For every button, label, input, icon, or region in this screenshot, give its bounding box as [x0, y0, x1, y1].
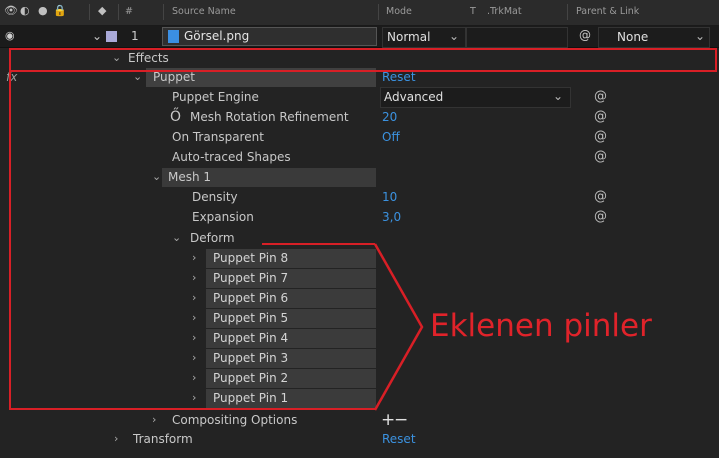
layer-number: 1: [131, 29, 139, 43]
density-row: Density 10 @: [0, 187, 719, 207]
chevron-right-icon[interactable]: ›: [192, 388, 196, 408]
chevron-right-icon[interactable]: ›: [192, 368, 196, 388]
layer-name: Görsel.png: [184, 29, 250, 43]
chevron-right-icon[interactable]: ›: [192, 328, 196, 348]
layer-number-header[interactable]: #: [125, 6, 133, 17]
source-name-header[interactable]: Source Name: [172, 6, 236, 17]
mode-header[interactable]: Mode: [386, 6, 412, 17]
t-header[interactable]: T: [470, 6, 476, 17]
effects-highlight-left-edge: [9, 72, 11, 410]
parent-dropdown[interactable]: None ⌄: [598, 27, 710, 48]
mode-dropdown[interactable]: Normal ⌄: [382, 27, 466, 48]
layer-row[interactable]: ◉ ⌄ 1 Görsel.png Normal ⌄ @ None ⌄: [0, 26, 719, 48]
eye-icon[interactable]: ◉: [5, 29, 15, 42]
puppet-pin-label: Puppet Pin 7: [213, 271, 289, 285]
puppet-engine-label: Puppet Engine: [172, 90, 259, 104]
effects-highlight-box: [9, 48, 717, 72]
puppet-pin-label: Puppet Pin 2: [213, 371, 289, 385]
chevron-right-icon[interactable]: ›: [192, 268, 196, 288]
auto-traced-row: Auto-traced Shapes @: [0, 147, 719, 167]
expansion-value[interactable]: 3,0: [382, 207, 401, 227]
chevron-down-icon: ⌄: [695, 29, 706, 43]
parent-pickwhip-icon[interactable]: @: [579, 28, 591, 42]
chevron-right-icon[interactable]: ›: [192, 308, 196, 328]
chevron-right-icon[interactable]: ›: [192, 348, 196, 368]
stopwatch-icon[interactable]: Ő: [170, 107, 181, 127]
expansion-row: Expansion 3,0 @: [0, 207, 719, 227]
spiral-icon[interactable]: @: [594, 127, 607, 147]
puppet-pin-row[interactable]: › Puppet Pin 2: [0, 368, 719, 388]
density-value[interactable]: 10: [382, 187, 397, 207]
mesh-row[interactable]: ⌄ Mesh 1: [0, 167, 719, 187]
spiral-icon[interactable]: @: [594, 207, 607, 227]
pins-bracket-top: [262, 243, 375, 245]
puppet-engine-row: Puppet Engine Advanced ⌄ @: [0, 87, 719, 108]
puppet-pin-row[interactable]: › Puppet Pin 3: [0, 348, 719, 368]
mesh-rotation-label: Mesh Rotation Refinement: [190, 110, 349, 124]
label-icon[interactable]: ◆: [98, 4, 106, 17]
deform-row[interactable]: ⌄ Deform: [0, 228, 719, 248]
parent-link-header[interactable]: Parent & Link: [576, 6, 639, 17]
column-header: 👁 ◐ ● 🔒 ◆ # Source Name Mode T .TrkMat P…: [0, 0, 719, 26]
mode-value: Normal: [387, 30, 431, 44]
trkmat-field[interactable]: [466, 27, 568, 48]
transform-reset-link[interactable]: Reset: [382, 429, 416, 449]
transform-label: Transform: [133, 432, 193, 446]
chevron-down-icon[interactable]: ⌄: [172, 228, 181, 248]
spiral-icon[interactable]: @: [594, 107, 607, 127]
label-color-swatch[interactable]: [106, 31, 117, 42]
visibility-column-icon[interactable]: 👁: [4, 4, 18, 17]
lock-icon[interactable]: 🔒: [53, 4, 67, 17]
puppet-pin-row[interactable]: › Puppet Pin 6: [0, 288, 719, 308]
mesh-rotation-row: Ő Mesh Rotation Refinement 20 @: [0, 107, 719, 127]
effects-highlight-bottom-edge: [9, 408, 375, 410]
compositing-options-label: Compositing Options: [172, 413, 298, 427]
density-label: Density: [192, 190, 238, 204]
compositing-options-row[interactable]: › Compositing Options + −: [0, 410, 719, 430]
chevron-down-icon: ⌄: [553, 89, 564, 103]
puppet-pin-row[interactable]: › Puppet Pin 1: [0, 388, 719, 408]
puppet-pin-row[interactable]: › Puppet Pin 7: [0, 268, 719, 288]
speaker-icon[interactable]: ◐: [20, 4, 30, 17]
deform-label: Deform: [190, 231, 235, 245]
transform-row[interactable]: › Transform Reset: [0, 429, 719, 449]
on-transparent-label: On Transparent: [172, 130, 264, 144]
puppet-pin-label: Puppet Pin 5: [213, 311, 289, 325]
puppet-pin-label: Puppet Pin 1: [213, 391, 289, 405]
spiral-icon[interactable]: @: [594, 147, 607, 167]
chevron-right-icon[interactable]: ›: [192, 248, 196, 268]
puppet-pin-label: Puppet Pin 4: [213, 331, 289, 345]
pins-annotation-text: Eklenen pinler: [430, 308, 652, 344]
chevron-right-icon[interactable]: ›: [152, 410, 156, 430]
chevron-right-icon[interactable]: ›: [114, 429, 118, 449]
on-transparent-value[interactable]: Off: [382, 127, 400, 147]
puppet-pin-label: Puppet Pin 8: [213, 251, 289, 265]
parent-value: None: [617, 30, 649, 44]
puppet-pin-row[interactable]: › Puppet Pin 8: [0, 248, 719, 268]
trkmat-header[interactable]: .TrkMat: [487, 6, 522, 17]
chevron-down-icon[interactable]: ⌄: [152, 167, 161, 187]
pins-bracket: [373, 243, 424, 411]
chevron-down-icon: ⌄: [449, 29, 460, 43]
puppet-pin-label: Puppet Pin 3: [213, 351, 289, 365]
auto-traced-label: Auto-traced Shapes: [172, 150, 291, 164]
spiral-icon[interactable]: @: [594, 87, 607, 107]
file-icon: [168, 30, 179, 43]
chevron-right-icon[interactable]: ›: [192, 288, 196, 308]
mesh-rotation-value[interactable]: 20: [382, 107, 397, 127]
on-transparent-row: On Transparent Off @: [0, 127, 719, 147]
solo-icon[interactable]: ●: [38, 4, 48, 17]
mesh-label: Mesh 1: [168, 170, 212, 184]
puppet-pin-label: Puppet Pin 6: [213, 291, 289, 305]
puppet-engine-dropdown[interactable]: Advanced ⌄: [380, 87, 571, 108]
layer-expand-chevron-icon[interactable]: ⌄: [92, 29, 102, 43]
spiral-icon[interactable]: @: [594, 187, 607, 207]
puppet-engine-value: Advanced: [384, 90, 444, 104]
expansion-label: Expansion: [192, 210, 254, 224]
